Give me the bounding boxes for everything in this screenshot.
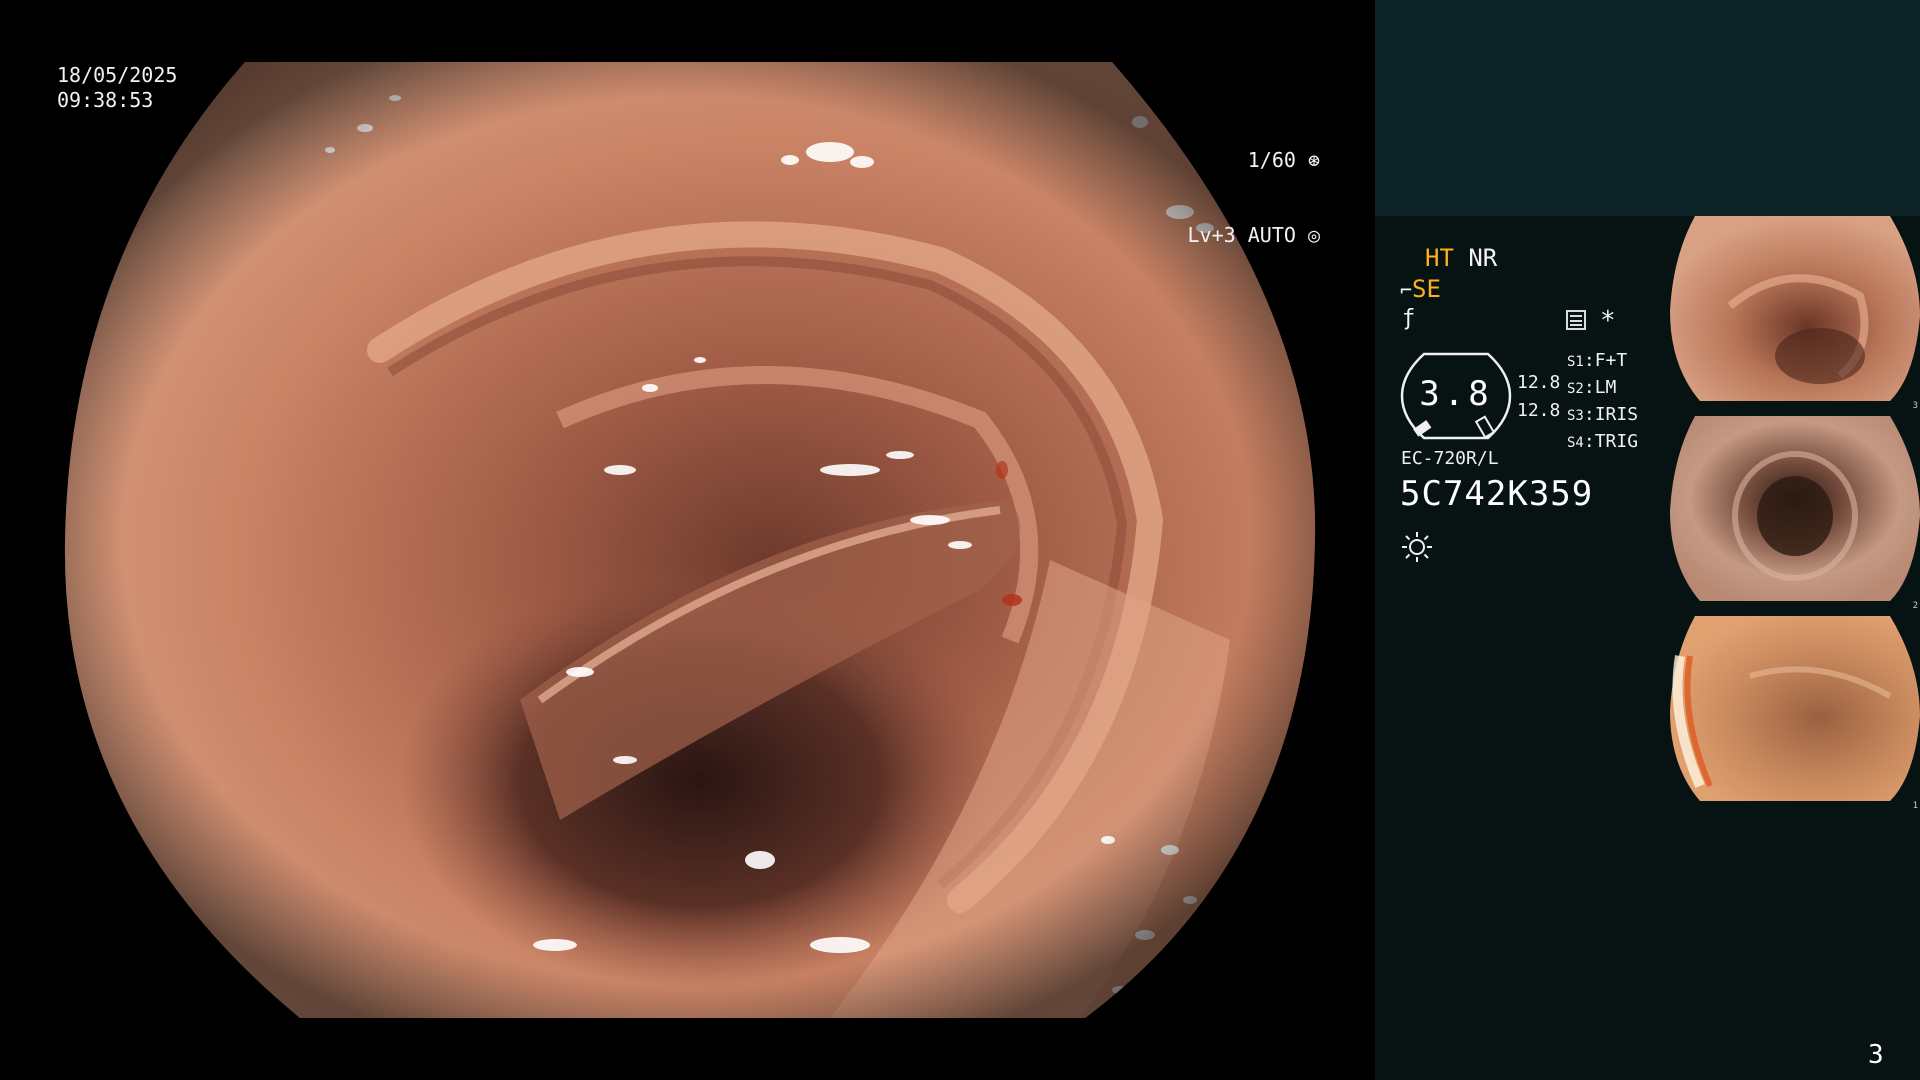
reading-1: 12.8 bbox=[1517, 372, 1561, 393]
auto-iris-icon: ◎ bbox=[1307, 223, 1320, 247]
filter-icon: ƒ bbox=[1402, 306, 1416, 331]
capture-thumbnail[interactable]: 1 bbox=[1670, 616, 1920, 811]
ht-indicator: HT bbox=[1425, 244, 1454, 272]
exposure-readout: 1/60 ⊛ Lv+3 AUTO ◎ bbox=[1140, 98, 1320, 298]
switch-row-s2: S2:LM bbox=[1567, 377, 1617, 398]
switch-row-s4: S4:TRIG bbox=[1567, 431, 1639, 452]
thumbnail-index: 1 bbox=[1912, 801, 1918, 811]
date-time-readout: 18/05/2025 09:38:53 bbox=[57, 63, 177, 113]
time-text: 09:38:53 bbox=[57, 88, 154, 112]
switch-assignments: S1:F+T S2:LM S3:IRIS S4:TRIG bbox=[1567, 348, 1638, 456]
date-text: 18/05/2025 bbox=[57, 63, 178, 87]
structure-enhance-icon: ⌐ bbox=[1400, 278, 1413, 302]
iris-value: 3.8 bbox=[1419, 374, 1493, 414]
thumbnail-index: 2 bbox=[1912, 601, 1918, 611]
switch-row-s3: S3:IRIS bbox=[1567, 404, 1639, 425]
page-number: 3 bbox=[1868, 1040, 1884, 1070]
brightness-icon bbox=[1402, 532, 1432, 562]
endoscope-view: 18/05/2025 09:38:53 1/60 ⊛ Lv+3 AUTO ◎ bbox=[0, 0, 1375, 1080]
thumbnail-image bbox=[1670, 416, 1920, 601]
switch-row-s1: S1:F+T bbox=[1567, 350, 1628, 371]
nr-indicator: NR bbox=[1468, 244, 1498, 272]
thumbnail-image bbox=[1670, 216, 1920, 401]
se-status: ⌐SE bbox=[1400, 274, 1441, 305]
level-text: Lv+3 bbox=[1187, 223, 1236, 247]
recording-icon bbox=[1566, 310, 1586, 330]
scope-serial: 5C742K359 bbox=[1400, 474, 1594, 514]
scope-model: EC-720R/L bbox=[1401, 448, 1499, 469]
thumbnail-image bbox=[1670, 616, 1920, 801]
aperture-icon: ⊛ bbox=[1307, 148, 1320, 172]
ht-nr-status: HT NR bbox=[1425, 243, 1497, 273]
reading-2: 12.8 bbox=[1517, 400, 1561, 421]
asterisk-marker: * bbox=[1600, 306, 1616, 336]
panel-header-area bbox=[1375, 0, 1920, 216]
shutter-text: 1/60 bbox=[1247, 148, 1296, 172]
thumbnail-index: 3 bbox=[1912, 401, 1918, 411]
capture-thumbnail[interactable]: 2 bbox=[1670, 416, 1920, 611]
capture-thumbnail[interactable]: 3 bbox=[1670, 216, 1920, 411]
mode-text: AUTO bbox=[1247, 223, 1296, 247]
se-indicator: SE bbox=[1412, 275, 1441, 303]
